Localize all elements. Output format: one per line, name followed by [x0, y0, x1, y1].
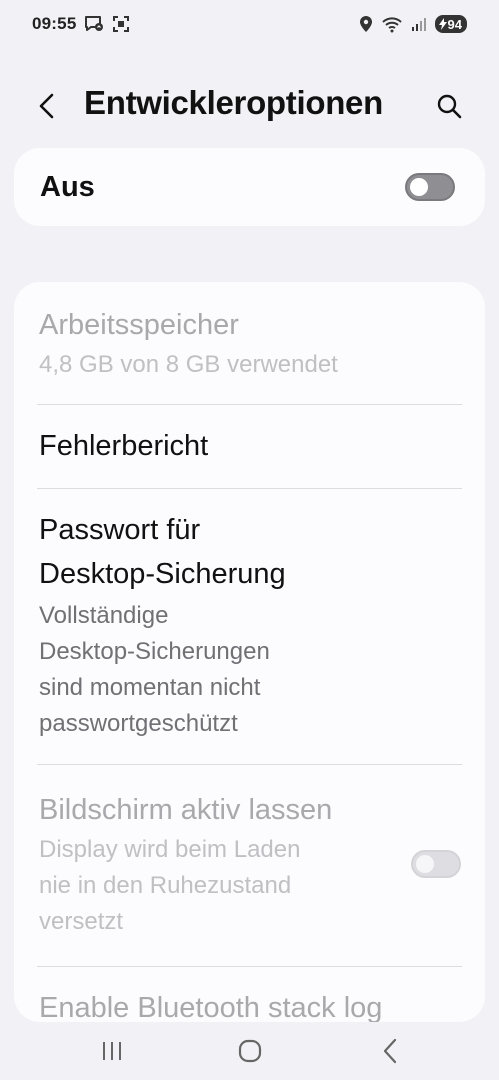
navigation-bar — [0, 1022, 499, 1080]
setting-item-desktop-backup-password[interactable]: Passwort für Desktop-Sicherung Vollständ… — [39, 508, 462, 742]
setting-subtitle-line1: Display wird beim Laden — [39, 836, 301, 863]
stay-awake-toggle — [411, 850, 461, 878]
master-switch-label: Aus — [40, 170, 95, 203]
developer-options-master-switch[interactable]: Aus — [14, 148, 485, 226]
setting-subtitle-line2: Desktop-Sicherungen — [39, 638, 270, 665]
setting-title: Arbeitsspeicher — [39, 309, 239, 341]
setting-item-bluetooth-stack-log: Enable Bluetooth stack log — [39, 986, 462, 1022]
setting-subtitle-line2: nie in den Ruhezustand — [39, 872, 292, 899]
setting-item-stay-awake: Bildschirm aktiv lassen Display wird bei… — [39, 788, 462, 940]
battery-level: 94 — [447, 16, 462, 32]
nav-back-button[interactable] — [370, 1034, 410, 1068]
search-icon — [437, 94, 462, 119]
master-toggle[interactable] — [405, 173, 455, 201]
setting-item-arbeitsspeicher: Arbeitsspeicher 4,8 GB von 8 GB verwende… — [39, 303, 462, 383]
recent-apps-button[interactable] — [92, 1034, 132, 1068]
back-icon — [383, 1038, 397, 1064]
setting-subtitle-line3: versetzt — [39, 908, 124, 935]
home-button[interactable] — [230, 1034, 270, 1068]
recent-apps-icon — [103, 1042, 121, 1060]
toggle-knob — [410, 178, 428, 196]
home-icon — [238, 1039, 262, 1063]
setting-title: Fehlerbericht — [39, 430, 209, 462]
toggle-knob — [416, 855, 434, 873]
setting-title-line1: Passwort für — [39, 514, 201, 546]
battery-charging-icon: 94 — [434, 15, 467, 33]
setting-subtitle-line1: Vollständige — [39, 602, 169, 629]
app-bar: Entwickleroptionen — [0, 72, 499, 138]
divider — [37, 764, 462, 765]
setting-subtitle: 4,8 GB von 8 GB verwendet — [39, 351, 338, 378]
setting-subtitle-line4: passwortgeschützt — [39, 710, 238, 737]
setting-item-fehlerbericht[interactable]: Fehlerbericht — [39, 424, 462, 468]
location-icon — [359, 15, 373, 33]
signal-icon — [411, 16, 427, 32]
search-button[interactable] — [432, 89, 466, 123]
screenshot-notification-icon — [112, 15, 130, 33]
back-button[interactable] — [30, 89, 64, 123]
back-chevron-icon — [39, 93, 54, 119]
status-right: 94 — [359, 15, 467, 33]
setting-title-line2: Desktop-Sicherung — [39, 558, 286, 590]
divider — [37, 488, 462, 489]
status-time: 09:55 — [32, 14, 77, 33]
wifi-icon — [381, 15, 403, 33]
divider — [37, 404, 462, 405]
page-title: Entwickleroptionen — [84, 84, 383, 121]
status-bar: 09:55 94 — [0, 0, 499, 48]
messenger-notification-icon — [84, 15, 104, 33]
divider — [37, 966, 462, 967]
setting-subtitle-line3: sind momentan nicht — [39, 674, 261, 701]
setting-title: Enable Bluetooth stack log — [39, 992, 383, 1022]
status-left: 09:55 — [32, 14, 130, 34]
settings-list: Arbeitsspeicher 4,8 GB von 8 GB verwende… — [14, 282, 485, 1022]
setting-title: Bildschirm aktiv lassen — [39, 794, 333, 826]
